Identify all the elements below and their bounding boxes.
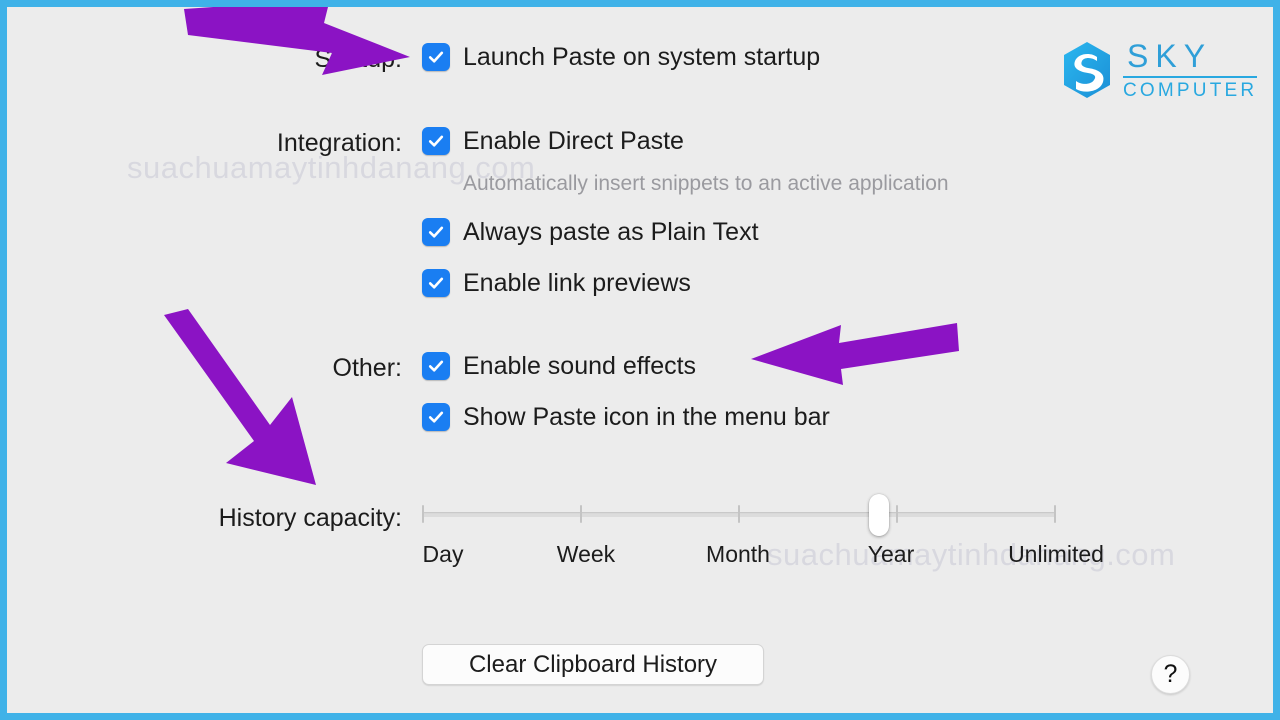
checkbox-always-plain-text[interactable] <box>422 218 450 246</box>
checkbox-row-show-menu-bar-icon[interactable]: Show Paste icon in the menu bar <box>422 403 830 431</box>
checkbox-label-always-plain-text: Always paste as Plain Text <box>463 217 759 246</box>
logo-secondary-text: COMPUTER <box>1123 79 1258 101</box>
slider-label-week[interactable]: Week <box>557 541 615 568</box>
checkbox-row-launch-on-startup[interactable]: Launch Paste on system startup <box>422 43 820 71</box>
group-label-integration: Integration: <box>276 129 402 157</box>
checkbox-show-menu-bar-icon[interactable] <box>422 403 450 431</box>
checkbox-label-launch-on-startup: Launch Paste on system startup <box>463 42 821 71</box>
slider-tick-month <box>738 505 740 523</box>
slider-label-day[interactable]: Day <box>423 541 464 568</box>
slider-label-unlimited[interactable]: Unlimited <box>1008 541 1104 568</box>
sky-computer-logo: SKY COMPUTER <box>1059 38 1258 101</box>
history-capacity-slider[interactable] <box>422 494 1056 536</box>
logo-wordmark: SKY COMPUTER <box>1123 38 1258 101</box>
slider-thumb[interactable] <box>869 494 889 536</box>
slider-tick-week <box>580 505 582 523</box>
checkbox-row-enable-sound-effects[interactable]: Enable sound effects <box>422 352 696 380</box>
logo-divider <box>1123 75 1258 78</box>
checkbox-enable-link-previews[interactable] <box>422 269 450 297</box>
checkbox-row-enable-link-previews[interactable]: Enable link previews <box>422 269 691 297</box>
checkbox-label-show-menu-bar-icon: Show Paste icon in the menu bar <box>463 402 830 431</box>
arrow-pointing-to-history-capacity <box>164 309 316 485</box>
slider-tick-year <box>896 505 898 523</box>
hexagon-s-logo-icon <box>1064 42 1110 99</box>
checkbox-enable-direct-paste[interactable] <box>422 127 450 155</box>
checkbox-launch-on-startup[interactable] <box>422 43 450 71</box>
checkbox-label-enable-direct-paste: Enable Direct Paste <box>463 126 684 155</box>
label-history-capacity: History capacity: <box>218 504 402 532</box>
checkbox-label-enable-sound-effects: Enable sound effects <box>463 351 697 380</box>
slider-tick-unlimited <box>1054 505 1056 523</box>
checkbox-enable-sound-effects[interactable] <box>422 352 450 380</box>
group-label-startup: Startup: <box>314 45 402 73</box>
checkbox-row-always-plain-text[interactable]: Always paste as Plain Text <box>422 218 759 246</box>
preferences-pane: suachuamaytinhdanang.com suachuamaytinhd… <box>7 7 1273 713</box>
slider-tick-day <box>422 505 424 523</box>
slider-label-month[interactable]: Month <box>706 541 770 568</box>
clear-clipboard-history-button[interactable]: Clear Clipboard History <box>422 644 764 685</box>
arrow-pointing-to-enable-sound-effects <box>751 323 959 385</box>
paste-preferences-window: suachuamaytinhdanang.com suachuamaytinhd… <box>0 0 1280 720</box>
slider-label-year[interactable]: Year <box>868 541 914 568</box>
help-button[interactable]: ? <box>1151 655 1190 694</box>
checkbox-row-enable-direct-paste[interactable]: Enable Direct Paste <box>422 127 684 155</box>
site-watermark-bottom: suachuamaytinhdanang.com <box>767 537 1176 572</box>
logo-primary-text: SKY <box>1127 38 1213 74</box>
group-label-other: Other: <box>332 354 402 382</box>
description-enable-direct-paste: Automatically insert snippets to an acti… <box>463 172 949 195</box>
checkbox-label-enable-link-previews: Enable link previews <box>463 268 691 297</box>
